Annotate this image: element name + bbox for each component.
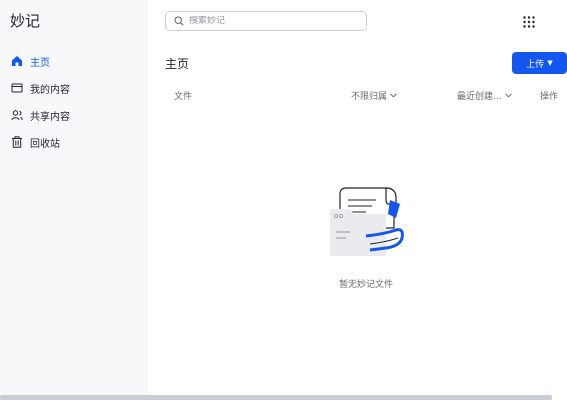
search-icon bbox=[174, 16, 184, 26]
sidebar-item-trash[interactable]: 回收站 bbox=[11, 132, 60, 152]
sidebar-item-label: 回收站 bbox=[30, 138, 60, 150]
owner-filter-label: 不限归属 bbox=[351, 92, 388, 102]
upload-button[interactable]: 上传 ▼ bbox=[512, 52, 567, 74]
trash-icon bbox=[11, 136, 23, 148]
search-box[interactable] bbox=[165, 11, 367, 31]
shared-users-icon bbox=[11, 109, 23, 121]
apps-grid-button[interactable] bbox=[522, 14, 536, 28]
grid-dots-icon bbox=[523, 16, 535, 28]
upload-button-label: 上传 bbox=[526, 59, 545, 70]
chevron-down-icon bbox=[390, 93, 397, 98]
horizontal-scrollbar[interactable] bbox=[0, 395, 552, 400]
page-title: 主页 bbox=[165, 57, 190, 71]
sidebar-item-label: 共享内容 bbox=[30, 111, 70, 123]
empty-state-text: 暂无妙记文件 bbox=[338, 280, 393, 290]
sidebar: 妙记 主页 我的内容 共享内容 回收站 bbox=[0, 0, 149, 400]
sidebar-item-shared-content[interactable]: 共享内容 bbox=[11, 105, 70, 125]
sort-label: 最近创建... bbox=[457, 92, 502, 102]
sidebar-item-my-content[interactable]: 我的内容 bbox=[11, 78, 70, 98]
search-input[interactable] bbox=[189, 16, 349, 26]
empty-files-illustration bbox=[330, 187, 404, 256]
sidebar-item-home[interactable]: 主页 bbox=[11, 51, 50, 71]
app-title: 妙记 bbox=[10, 12, 41, 30]
column-header-file: 文件 bbox=[174, 92, 193, 102]
home-icon bbox=[11, 55, 23, 67]
column-header-actions: 操作 bbox=[540, 92, 559, 102]
owner-filter-dropdown[interactable]: 不限归属 bbox=[351, 89, 397, 102]
sidebar-item-label: 我的内容 bbox=[30, 84, 70, 96]
caret-down-icon: ▼ bbox=[547, 59, 553, 67]
sort-dropdown[interactable]: 最近创建... bbox=[457, 89, 512, 102]
folder-icon bbox=[11, 82, 23, 94]
sidebar-item-label: 主页 bbox=[30, 57, 50, 69]
chevron-down-icon bbox=[504, 93, 512, 98]
